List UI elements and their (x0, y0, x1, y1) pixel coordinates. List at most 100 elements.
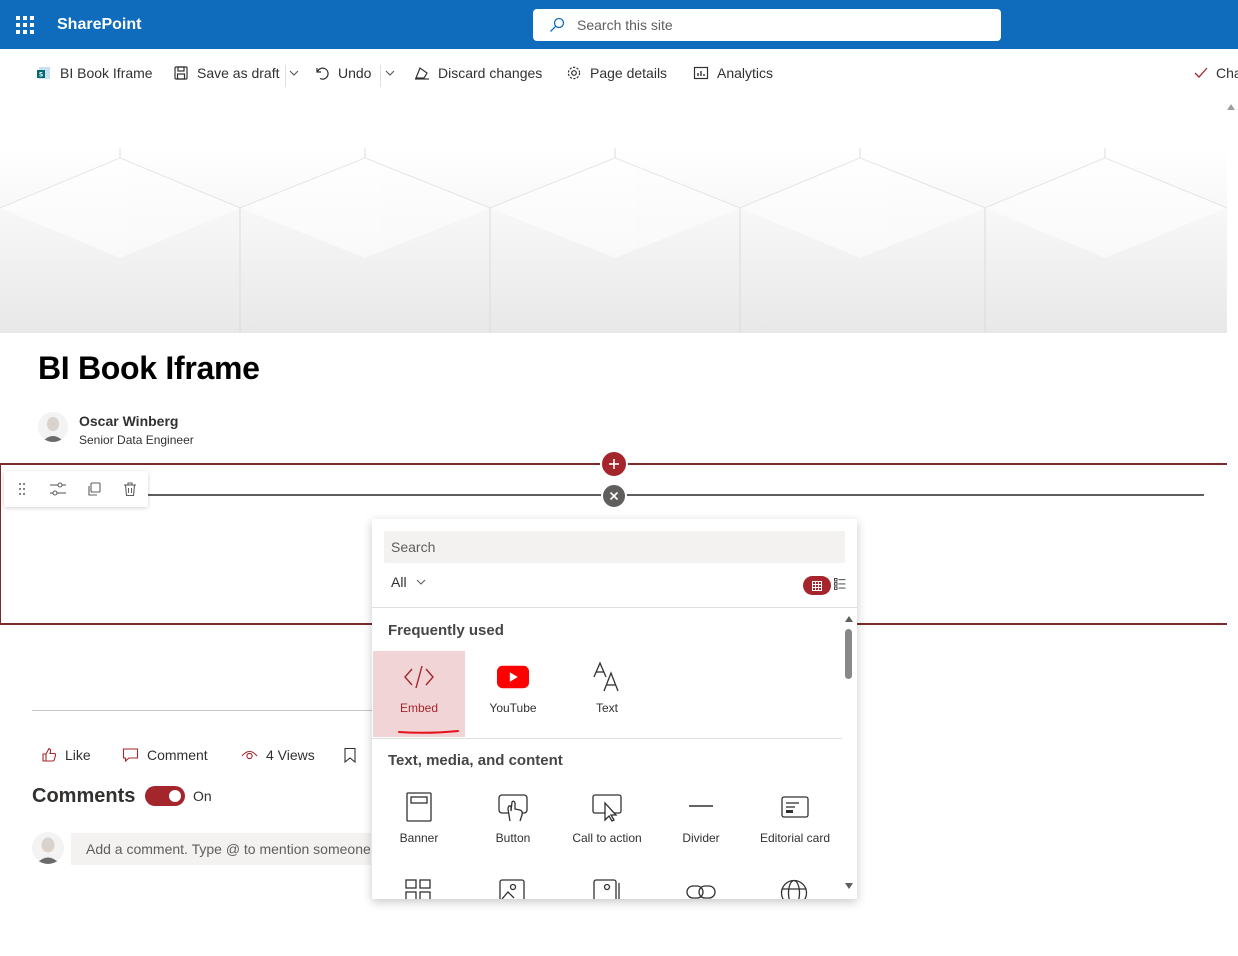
tile-banner[interactable]: Banner (373, 781, 465, 867)
page-name-button[interactable]: S BI Book Iframe (36, 63, 153, 83)
tile-label: Embed (399, 701, 439, 715)
site-search-input[interactable]: Search this site (533, 9, 1001, 41)
save-icon (174, 66, 188, 80)
author-name: Oscar Winberg (79, 413, 179, 429)
comment-placeholder: Add a comment. Type @ to mention someone (86, 841, 371, 857)
undo-label: Undo (338, 65, 372, 81)
toolbox-header-separator (372, 607, 857, 608)
like-icon (42, 747, 57, 762)
list-view-icon[interactable] (834, 578, 846, 590)
search-placeholder: Search this site (577, 17, 673, 33)
like-button[interactable]: Like (41, 745, 91, 765)
tile-text[interactable]: Text (561, 651, 653, 737)
text-icon (591, 661, 623, 693)
analytics-icon (693, 66, 709, 80)
command-bar: S BI Book Iframe Save as draft Undo Disc… (0, 49, 1238, 95)
comment-label: Comment (147, 747, 208, 763)
undo-chevron-down-icon[interactable] (385, 69, 395, 77)
tile-call-to-action[interactable]: Call to action (561, 781, 653, 867)
toolbox-scroll-thumb[interactable] (845, 629, 852, 679)
tile-label: YouTube (489, 701, 537, 715)
toolbox-search-input[interactable]: Search (384, 531, 845, 563)
tile-youtube[interactable]: YouTube (467, 651, 559, 737)
tile-button[interactable]: Button (467, 781, 559, 867)
toggle-knob (169, 790, 181, 802)
edit-properties-icon[interactable] (48, 479, 68, 499)
page-title[interactable]: BI Book Iframe (38, 350, 260, 387)
tile-embed[interactable]: Embed (373, 651, 465, 737)
comment-button[interactable]: Comment (122, 745, 208, 765)
page-scrollbar[interactable] (1226, 95, 1238, 956)
grid-view-toggle[interactable] (803, 576, 831, 595)
chevron-down-icon (416, 579, 425, 585)
close-toolbox-button[interactable] (601, 483, 627, 509)
bookmark-icon (344, 747, 356, 763)
right-partial-button[interactable]: Cha (1194, 63, 1238, 83)
views-count: 4 Views (241, 745, 315, 765)
right-partial-label: Cha (1216, 65, 1238, 81)
tile-label: Call to action (572, 831, 642, 845)
save-draft-button[interactable]: Save as draft (173, 63, 280, 83)
toolbox-group-separator (372, 738, 842, 739)
tile-label: Button (495, 831, 531, 845)
comments-heading: Comments (32, 785, 136, 807)
section-left-border (0, 464, 1, 624)
button-icon (497, 791, 529, 823)
divider-icon (685, 791, 717, 823)
embed-icon (403, 661, 435, 693)
youtube-icon (497, 661, 529, 693)
tile-partial-link-icon[interactable] (686, 883, 716, 899)
tile-divider[interactable]: Divider (655, 781, 747, 867)
page-details-button[interactable]: Page details (566, 63, 667, 83)
eye-icon (241, 750, 258, 760)
tile-partial-grid-icon[interactable] (405, 879, 433, 899)
divider-webpart-line (148, 494, 1204, 496)
like-label: Like (65, 747, 91, 763)
checkmark-icon (1194, 67, 1208, 78)
undo-button[interactable]: Undo (314, 63, 371, 83)
duplicate-icon[interactable] (84, 479, 104, 499)
editorial-card-icon (779, 791, 811, 823)
save-draft-label: Save as draft (197, 65, 280, 81)
text-media-heading: Text, media, and content (388, 752, 563, 769)
tile-partial-globe-icon[interactable] (780, 879, 808, 899)
drag-handle-icon[interactable] (12, 479, 32, 499)
discard-changes-label: Discard changes (438, 65, 543, 81)
comments-toggle-state: On (193, 788, 212, 804)
add-section-button[interactable] (600, 450, 628, 478)
comments-toggle[interactable] (145, 786, 185, 806)
toolbox-filter-dropdown[interactable]: All (391, 574, 426, 590)
discard-changes-button[interactable]: Discard changes (414, 63, 542, 83)
scroll-up-arrow-icon[interactable] (1227, 104, 1235, 110)
annotation-underline (398, 730, 459, 734)
views-label: 4 Views (266, 747, 315, 763)
tile-partial-gallery-icon[interactable] (593, 879, 621, 899)
search-icon (550, 17, 565, 32)
webpart-toolbar (4, 471, 148, 507)
author-avatar (38, 412, 68, 442)
save-for-later-button[interactable] (343, 745, 365, 765)
tile-partial-image-icon[interactable] (499, 879, 525, 899)
hexagon-pattern-image (0, 148, 1227, 333)
app-launcher-icon[interactable] (16, 16, 34, 34)
tile-label: Editorial card (759, 831, 831, 845)
undo-icon (316, 67, 329, 80)
brand-name[interactable]: SharePoint (57, 16, 141, 34)
analytics-button[interactable]: Analytics (693, 63, 773, 83)
plus-icon (609, 459, 619, 469)
grid-icon (812, 580, 822, 591)
delete-icon[interactable] (120, 479, 140, 499)
tile-editorial-card[interactable]: Editorial card (749, 781, 841, 867)
split-divider (285, 65, 286, 87)
page-details-label: Page details (590, 65, 668, 81)
comment-input[interactable]: Add a comment. Type @ to mention someone (71, 833, 371, 865)
toolbox-scroll-up-icon[interactable] (845, 616, 853, 622)
hero-banner-image (0, 148, 1227, 333)
content-separator (32, 710, 372, 711)
toolbox-scroll-down-icon[interactable] (845, 883, 853, 889)
webpart-toolbox: Search All Frequently used Embed YouTube… (372, 519, 857, 899)
tile-label: Banner (399, 831, 439, 845)
save-chevron-down-icon[interactable] (289, 69, 299, 77)
close-icon (609, 491, 619, 501)
commenter-avatar (32, 832, 64, 864)
